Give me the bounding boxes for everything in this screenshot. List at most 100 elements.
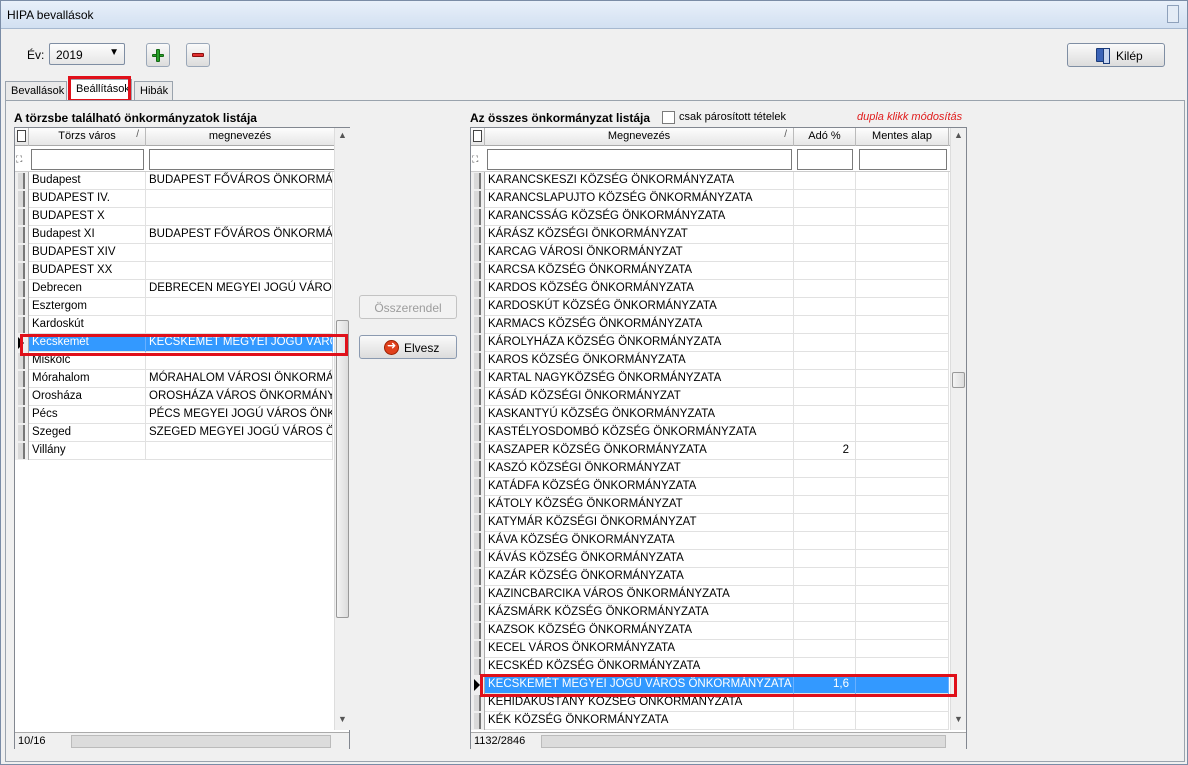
row-indicator[interactable] — [15, 244, 29, 262]
year-select[interactable]: 2019 ▼ — [49, 43, 125, 65]
scroll-up-icon[interactable]: ▲ — [338, 130, 347, 140]
right-scrollbar[interactable]: ▲ ▼ — [950, 128, 966, 730]
left-hscroll[interactable] — [71, 735, 331, 748]
table-row[interactable]: KÁRÁSZ KÖZSÉGI ÖNKORMÁNYZAT — [471, 226, 949, 244]
filter-name-input[interactable] — [149, 149, 342, 170]
row-indicator[interactable] — [15, 262, 29, 280]
right-hscroll[interactable] — [541, 735, 946, 748]
row-indicator[interactable] — [15, 406, 29, 424]
row-indicator[interactable] — [471, 334, 485, 352]
table-row[interactable]: KARCAG VÁROSI ÖNKORMÁNYZAT — [471, 244, 949, 262]
table-row[interactable]: KÁZSMÁRK KÖZSÉG ÖNKORMÁNYZATA — [471, 604, 949, 622]
row-indicator[interactable] — [471, 226, 485, 244]
row-indicator[interactable] — [471, 442, 485, 460]
table-row[interactable]: BUDAPEST IV. — [15, 190, 333, 208]
col-header-tax[interactable]: Adó % — [794, 128, 856, 146]
row-indicator[interactable] — [471, 478, 485, 496]
table-row[interactable]: KARANCSLAPUJTO KÖZSÉG ÖNKORMÁNYZATA — [471, 190, 949, 208]
scroll-down-icon[interactable]: ▼ — [954, 714, 963, 724]
left-scrollbar[interactable]: ▲ ▼ — [334, 128, 350, 730]
table-row[interactable]: KATYMÁR KÖZSÉGI ÖNKORMÁNYZAT — [471, 514, 949, 532]
row-indicator[interactable] — [471, 172, 485, 190]
row-indicator[interactable] — [15, 316, 29, 334]
table-row[interactable]: BUDAPEST XIV — [15, 244, 333, 262]
table-row[interactable]: KARTAL NAGYKÖZSÉG ÖNKORMÁNYZATA — [471, 370, 949, 388]
window-control[interactable] — [1167, 5, 1179, 23]
right-scroll-thumb[interactable] — [952, 372, 965, 388]
row-indicator[interactable] — [15, 370, 29, 388]
row-indicator[interactable] — [15, 442, 29, 460]
table-row[interactable]: OrosházaOROSHÁZA VÁROS ÖNKORMÁNYZA... — [15, 388, 333, 406]
table-row[interactable]: KASKANTYÚ KÖZSÉG ÖNKORMÁNYZATA — [471, 406, 949, 424]
row-indicator[interactable] — [15, 298, 29, 316]
row-indicator[interactable] — [15, 352, 29, 370]
row-indicator[interactable] — [471, 406, 485, 424]
table-row[interactable]: KÁVÁS KÖZSÉG ÖNKORMÁNYZATA — [471, 550, 949, 568]
col-header-city[interactable]: Törzs város / — [29, 128, 146, 146]
row-indicator[interactable] — [471, 370, 485, 388]
column-chooser-icon[interactable] — [15, 128, 29, 146]
table-row[interactable]: KecskemétKECSKEMÉT MEGYEI JOGÚ VÁROS ... — [15, 334, 333, 352]
table-row[interactable]: KATÁDFA KÖZSÉG ÖNKORMÁNYZATA — [471, 478, 949, 496]
table-row[interactable]: MórahalomMÓRAHALOM VÁROSI ÖNKORMÁNY... — [15, 370, 333, 388]
table-row[interactable]: PécsPÉCS MEGYEI JOGÚ VÁROS ÖNKOR... — [15, 406, 333, 424]
row-indicator[interactable] — [15, 208, 29, 226]
row-indicator[interactable] — [15, 334, 29, 352]
row-indicator[interactable] — [471, 316, 485, 334]
row-indicator[interactable] — [471, 388, 485, 406]
tab-beallitasok[interactable]: Beállítások — [70, 79, 132, 101]
row-indicator[interactable] — [471, 244, 485, 262]
table-row[interactable]: KÁVA KÖZSÉG ÖNKORMÁNYZATA — [471, 532, 949, 550]
table-row[interactable]: Miskolc — [15, 352, 333, 370]
left-scroll-thumb[interactable] — [336, 320, 349, 618]
row-indicator[interactable] — [471, 640, 485, 658]
table-row[interactable]: KARANCSKESZI KÖZSÉG ÖNKORMÁNYZATA — [471, 172, 949, 190]
row-indicator[interactable] — [15, 190, 29, 208]
table-row[interactable]: KECSKEMÉT MEGYEI JOGÚ VÁROS ÖNKORMÁNYZAT… — [471, 676, 949, 694]
tab-bevallasok[interactable]: Bevallások — [5, 81, 67, 101]
remove-assignment-button[interactable]: Elvesz — [359, 335, 457, 359]
filter-tax-input[interactable] — [797, 149, 853, 170]
table-row[interactable]: KAZINCBARCIKA VÁROS ÖNKORMÁNYZATA — [471, 586, 949, 604]
table-row[interactable]: KÉK KÖZSÉG ÖNKORMÁNYZATA — [471, 712, 949, 730]
table-row[interactable]: Esztergom — [15, 298, 333, 316]
add-button[interactable] — [146, 43, 170, 67]
table-row[interactable]: KARANCSSÁG KÖZSÉG ÖNKORMÁNYZATA — [471, 208, 949, 226]
row-indicator[interactable] — [471, 514, 485, 532]
filter-exempt-input[interactable] — [859, 149, 947, 170]
row-indicator[interactable] — [471, 676, 485, 694]
scroll-down-icon[interactable]: ▼ — [338, 714, 347, 724]
paired-only-checkbox[interactable] — [662, 111, 675, 124]
row-indicator[interactable] — [471, 424, 485, 442]
col-header-name[interactable]: megnevezés — [146, 128, 335, 146]
table-row[interactable]: KASZÓ KÖZSÉGI ÖNKORMÁNYZAT — [471, 460, 949, 478]
row-indicator[interactable] — [471, 694, 485, 712]
row-indicator[interactable] — [471, 460, 485, 478]
row-indicator[interactable] — [15, 388, 29, 406]
table-row[interactable]: KÁSÁD KÖZSÉGI ÖNKORMÁNYZAT — [471, 388, 949, 406]
table-row[interactable]: Kardoskút — [15, 316, 333, 334]
table-row[interactable]: KECSKÉD KÖZSÉG ÖNKORMÁNYZATA — [471, 658, 949, 676]
row-indicator[interactable] — [15, 172, 29, 190]
row-indicator[interactable] — [471, 568, 485, 586]
row-indicator[interactable] — [471, 496, 485, 514]
row-indicator[interactable] — [471, 550, 485, 568]
table-row[interactable]: Villány — [15, 442, 333, 460]
tab-hibak[interactable]: Hibák — [134, 81, 173, 101]
scroll-up-icon[interactable]: ▲ — [954, 130, 963, 140]
remove-button[interactable] — [186, 43, 210, 67]
table-row[interactable]: KARCSA KÖZSÉG ÖNKORMÁNYZATA — [471, 262, 949, 280]
table-row[interactable]: KASZAPER KÖZSÉG ÖNKORMÁNYZATA 2 — [471, 442, 949, 460]
table-row[interactable]: KECEL VÁROS ÖNKORMÁNYZATA — [471, 640, 949, 658]
table-row[interactable]: KAZÁR KÖZSÉG ÖNKORMÁNYZATA — [471, 568, 949, 586]
row-indicator[interactable] — [471, 298, 485, 316]
table-row[interactable]: SzegedSZEGED MEGYEI JOGÚ VÁROS ÖNK... — [15, 424, 333, 442]
table-row[interactable]: KARMACS KÖZSÉG ÖNKORMÁNYZATA — [471, 316, 949, 334]
row-indicator[interactable] — [471, 586, 485, 604]
table-row[interactable]: DebrecenDEBRECEN MEGYEI JOGÚ VÁROS Ö... — [15, 280, 333, 298]
table-row[interactable]: KASTÉLYOSDOMBÓ KÖZSÉG ÖNKORMÁNYZATA — [471, 424, 949, 442]
table-row[interactable]: KARDOS KÖZSÉG ÖNKORMÁNYZATA — [471, 280, 949, 298]
row-indicator[interactable] — [471, 532, 485, 550]
row-indicator[interactable] — [471, 262, 485, 280]
row-indicator[interactable] — [471, 658, 485, 676]
